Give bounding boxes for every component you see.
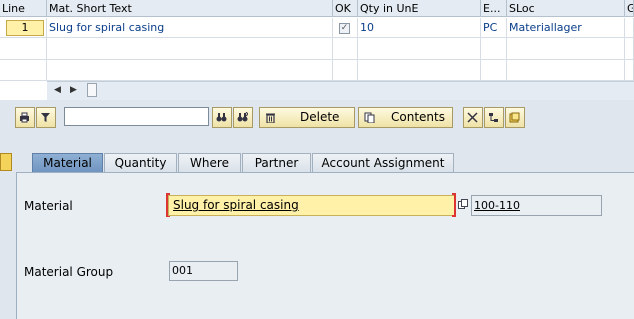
tab-account-assignment[interactable]: Account Assignment [312, 153, 454, 173]
material-number: 100-110 [474, 199, 520, 212]
material-group-field[interactable]: 001 [169, 261, 238, 281]
binoculars-icon [216, 113, 227, 122]
hierarchy-button[interactable] [484, 107, 504, 128]
collapse-button[interactable] [463, 107, 483, 128]
focus-bracket-right [452, 193, 456, 217]
table-cell[interactable] [333, 60, 358, 81]
tab-partner[interactable]: Partner [242, 153, 311, 173]
print-button[interactable] [15, 107, 35, 128]
contents-button[interactable]: Contents [358, 107, 453, 128]
contents-label: Contents [391, 110, 445, 124]
table-cell[interactable] [625, 60, 634, 81]
find-next-button[interactable] [233, 107, 253, 128]
qty-cell[interactable]: 10 [358, 18, 481, 38]
col-header-g[interactable]: G [625, 0, 634, 17]
table-cell[interactable] [358, 38, 481, 60]
filter-button[interactable] [36, 107, 56, 128]
col-header-qty[interactable]: Qty in UnE [358, 0, 481, 17]
material-group-label: Material Group [24, 265, 114, 279]
tab-list-icon[interactable] [0, 153, 12, 171]
table-cell[interactable] [333, 38, 358, 60]
trash-icon [266, 113, 275, 123]
table-cell[interactable] [47, 60, 333, 81]
toolbar-input[interactable] [64, 107, 209, 126]
ok-checkbox[interactable]: ✓ [339, 23, 350, 34]
g-cell[interactable] [625, 18, 634, 38]
delete-button[interactable]: Delete [259, 107, 355, 128]
tab-quantity[interactable]: Quantity [104, 153, 177, 173]
table-cell[interactable] [625, 38, 634, 60]
tab-where[interactable]: Where [178, 153, 241, 173]
col-header-ok[interactable]: OK [333, 0, 358, 17]
col-header-sloc[interactable]: SLoc [507, 0, 625, 17]
find-button[interactable] [212, 107, 232, 128]
notes-icon [509, 112, 520, 123]
mat-short-text-cell[interactable]: Slug for spiral casing [47, 18, 333, 38]
find-next-icon [237, 112, 248, 122]
horizontal-scrollbar[interactable]: ◀ ▶ [47, 81, 634, 100]
col-header-unit[interactable]: E... [481, 0, 507, 17]
contents-icon [364, 112, 375, 123]
table-row[interactable] [0, 38, 47, 60]
material-field[interactable]: Slug for spiral casing [168, 195, 456, 216]
sloc-cell[interactable]: Materiallager [507, 18, 625, 38]
unit-cell[interactable]: PC [481, 18, 507, 38]
table-cell[interactable] [47, 38, 333, 60]
notes-button[interactable] [505, 107, 525, 128]
table-cell[interactable] [358, 60, 481, 81]
copy-icon[interactable] [458, 199, 468, 210]
table-cell[interactable] [507, 60, 625, 81]
collapse-icon [467, 112, 478, 123]
table-row[interactable] [0, 60, 47, 81]
line-number-cell[interactable]: 1 [6, 20, 44, 36]
scroll-thumb[interactable] [87, 83, 97, 97]
scroll-right-icon[interactable]: ▶ [70, 85, 77, 95]
hierarchy-icon [489, 113, 498, 122]
col-header-line[interactable]: Line [0, 0, 47, 17]
print-icon [20, 112, 29, 123]
delete-label: Delete [300, 110, 340, 124]
table-cell[interactable] [481, 38, 507, 60]
scroll-left-icon[interactable]: ◀ [54, 85, 61, 95]
material-number-field[interactable]: 100-110 [471, 195, 602, 216]
table-cell[interactable] [507, 38, 625, 60]
filter-icon [41, 113, 50, 122]
tab-material[interactable]: Material [32, 153, 103, 173]
table-cell[interactable] [481, 60, 507, 81]
material-label: Material [24, 199, 73, 213]
items-table: Line Mat. Short Text OK Qty in UnE E... … [0, 0, 634, 100]
col-header-mat-short-text[interactable]: Mat. Short Text [47, 0, 333, 17]
